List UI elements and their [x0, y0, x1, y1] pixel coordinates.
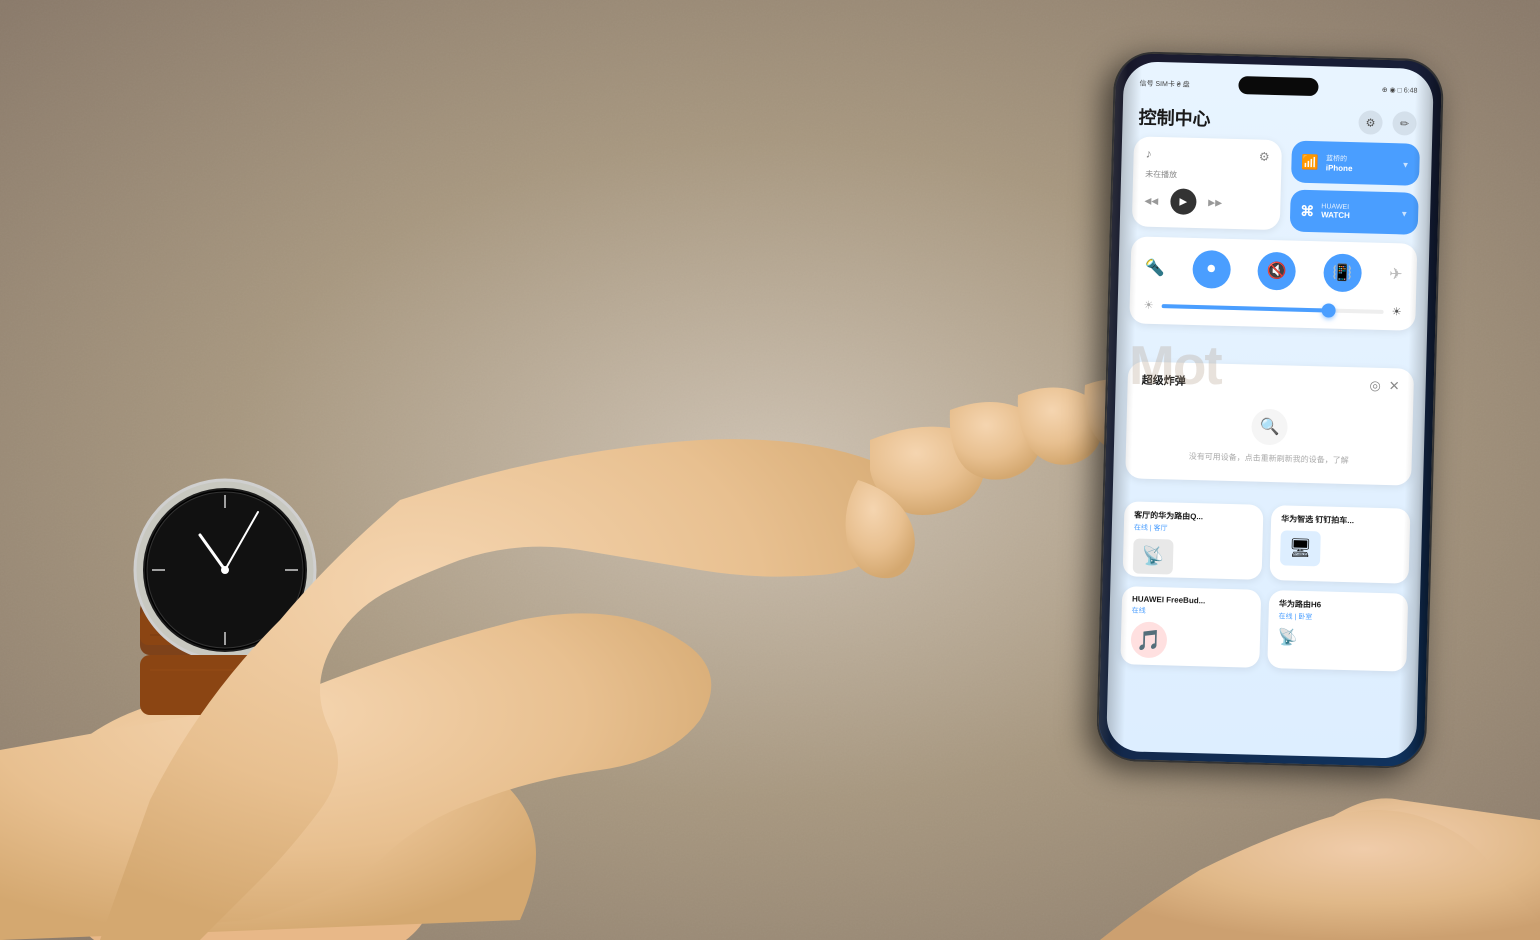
settings-icon-btn[interactable]: ⚙	[1358, 110, 1383, 135]
device-name-0: 客厅的华为路由Q...	[1134, 509, 1253, 523]
bt-name: WATCH	[1321, 210, 1393, 221]
media-play-btn[interactable]: ▶	[1170, 188, 1197, 215]
device-name-1: 华为智选 钉钉拍车...	[1281, 513, 1400, 527]
media-player-card: ♪ ⚙ 未在播放 ◀◀ ▶ ▶▶	[1132, 136, 1282, 230]
brightness-row: ☀ ☀	[1144, 299, 1402, 319]
device-status-3: 在线 | 卧室	[1278, 611, 1397, 624]
wifi-name: iPhone	[1326, 163, 1395, 174]
wifi-arrow: ▼	[1401, 160, 1409, 169]
edit-icon-btn[interactable]: ✏	[1392, 111, 1417, 136]
bt-arrow: ▼	[1400, 209, 1408, 218]
bt-card[interactable]: ⌘ HUAWEI WATCH ▼	[1290, 189, 1419, 234]
super-card-close-icon[interactable]: ✕	[1389, 378, 1400, 394]
device-icon-2: 🎵	[1130, 621, 1167, 658]
super-card-actions: ◎ ✕	[1369, 378, 1400, 395]
control-center-title: 控制中心	[1138, 103, 1211, 131]
bt-info: HUAWEI WATCH	[1321, 203, 1393, 221]
wifi-info: 蓝桥的 iPhone	[1326, 153, 1395, 174]
control-center-title-icons: ⚙ ✏	[1358, 110, 1417, 136]
brightness-low-icon: ☀	[1144, 299, 1154, 312]
phone-notch	[1238, 76, 1318, 96]
brightness-high-icon: ☀	[1392, 305, 1402, 318]
media-card-header: ♪ ⚙	[1145, 147, 1269, 164]
super-card-scan-icon[interactable]: ◎	[1369, 378, 1381, 394]
silent-btn[interactable]: 🔇	[1257, 252, 1296, 291]
device-icon-0: 📡	[1133, 538, 1174, 574]
music-note-icon: ♪	[1145, 147, 1151, 161]
device-card-1[interactable]: 华为智选 钉钉拍车... 🖥	[1270, 505, 1411, 584]
wifi-icon: 📶	[1301, 153, 1319, 170]
record-btn[interactable]: ⏺	[1192, 250, 1231, 289]
media-settings-icon[interactable]: ⚙	[1259, 150, 1270, 164]
phone-body: 信号 SIM卡 ₴ 盘 ⊕ ◉ □ 6:48 控制中心 ⚙ ✏ ♪	[1096, 51, 1444, 769]
bt-icon: ⌘	[1300, 202, 1314, 219]
media-next-btn[interactable]: ▶▶	[1208, 197, 1222, 208]
device-card-0[interactable]: 客厅的华为路由Q... 在线 | 客厅 📡	[1123, 501, 1264, 580]
phone-screen: 信号 SIM卡 ₴ 盘 ⊕ ◉ □ 6:48 控制中心 ⚙ ✏ ♪	[1106, 61, 1434, 759]
brightness-slider[interactable]	[1162, 304, 1384, 314]
device-card-2[interactable]: HUAWEI FreeBud... 在线 🎵	[1120, 586, 1261, 668]
phone: 信号 SIM卡 ₴ 盘 ⊕ ◉ □ 6:48 控制中心 ⚙ ✏ ♪	[1096, 51, 1444, 769]
device-icon-3: 📡	[1278, 627, 1397, 650]
wifi-card[interactable]: 📶 蓝桥的 iPhone ▼	[1291, 140, 1420, 185]
play-icon: ▶	[1179, 196, 1187, 207]
brightness-fill	[1162, 304, 1329, 312]
device-name-2: HUAWEI FreeBud...	[1132, 594, 1251, 606]
brightness-thumb	[1321, 303, 1335, 317]
media-status: 未在播放	[1145, 169, 1269, 183]
edit-icon: ✏	[1400, 117, 1410, 130]
status-right: ⊕ ◉ □ 6:48	[1382, 86, 1418, 95]
toggles-card: 🔦 ⏺ 🔇 📳 ✈ ☀ ☀	[1129, 236, 1417, 330]
device-icon-1: 🖥	[1280, 530, 1321, 566]
super-search-area: 🔍 没有可用设备，点击重新刷新我的设备，了解	[1139, 398, 1399, 476]
device-card-3[interactable]: 华为路由H6 在线 | 卧室 📡	[1267, 590, 1408, 672]
connectivity-panel: 📶 蓝桥的 iPhone ▼ ⌘ HUAWEI WATCH ▼	[1290, 140, 1420, 234]
super-search-icon: 🔍	[1251, 409, 1288, 446]
bottom-device-list: HUAWEI FreeBud... 在线 🎵 华为路由H6 在线 | 卧室 📡	[1120, 586, 1408, 671]
flashlight-btn[interactable]: 🔦	[1144, 258, 1164, 279]
device-name-3: 华为路由H6	[1279, 598, 1398, 612]
device-status-0: 在线 | 客厅	[1134, 522, 1253, 535]
media-controls: ◀◀ ▶ ▶▶	[1144, 188, 1269, 217]
toggles-row: 🔦 ⏺ 🔇 📳 ✈	[1144, 249, 1403, 294]
vibrate-btn[interactable]: 📳	[1323, 253, 1362, 292]
watermark-text: Mot	[1129, 333, 1221, 397]
device-status-2: 在线	[1132, 605, 1251, 618]
status-left: 信号 SIM卡 ₴ 盘	[1139, 78, 1189, 89]
airplane-btn[interactable]: ✈	[1389, 264, 1403, 284]
settings-icon: ⚙	[1365, 116, 1375, 129]
device-list: 客厅的华为路由Q... 在线 | 客厅 📡 华为智选 钉钉拍车... 🖥	[1123, 501, 1411, 583]
media-prev-btn[interactable]: ◀◀	[1144, 195, 1158, 206]
super-search-text: 没有可用设备，点击重新刷新我的设备，了解	[1189, 451, 1349, 466]
